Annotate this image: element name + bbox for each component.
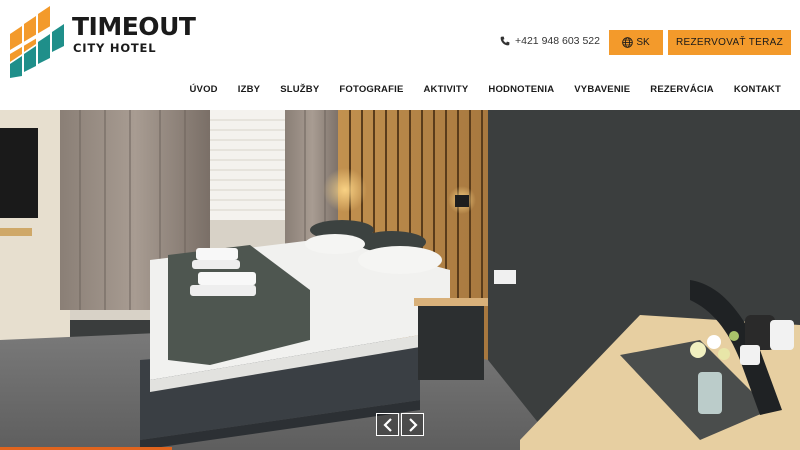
nav-item-rezervacia[interactable]: REZERVÁCIA [650,84,714,95]
logo-mark-icon [10,6,64,78]
nav-item-vybavenie[interactable]: VYBAVENIE [574,84,630,95]
nav-item-sluzby[interactable]: SLUŽBY [280,84,319,95]
phone-number: +421 948 603 522 [515,35,600,47]
nav-item-aktivity[interactable]: AKTIVITY [424,84,469,95]
nav-item-uvod[interactable]: ÚVOD [189,84,217,95]
nav-item-izby[interactable]: IZBY [238,84,260,95]
hero-slider-image [0,110,800,450]
chevron-right-icon [408,417,418,432]
phone-link[interactable]: +421 948 603 522 [500,35,600,47]
nav-item-hodnotenia[interactable]: HODNOTENIA [488,84,554,95]
brand-subtitle: CITY HOTEL [73,41,157,55]
slider-controls [376,413,424,436]
hotel-room-photo [0,110,800,450]
book-now-button[interactable]: REZERVOVAŤ TERAZ [668,30,791,55]
brand-name: TIMEOUT [72,12,196,41]
phone-icon [500,36,510,46]
slider-prev-button[interactable] [376,413,399,436]
language-button[interactable]: SK [609,30,663,55]
slider-next-button[interactable] [401,413,424,436]
chevron-left-icon [382,417,392,432]
language-label: SK [636,37,650,48]
nav-item-kontakt[interactable]: KONTAKT [734,84,781,95]
globe-icon [622,37,634,48]
main-nav: ÚVOD IZBY SLUŽBY FOTOGRAFIE AKTIVITY HOD… [189,84,781,95]
nav-item-fotografie[interactable]: FOTOGRAFIE [339,84,403,95]
hotel-logo[interactable]: TIMEOUT CITY HOTEL [8,6,196,78]
site-header: TIMEOUT CITY HOTEL +421 948 603 522 SK R… [0,0,800,110]
